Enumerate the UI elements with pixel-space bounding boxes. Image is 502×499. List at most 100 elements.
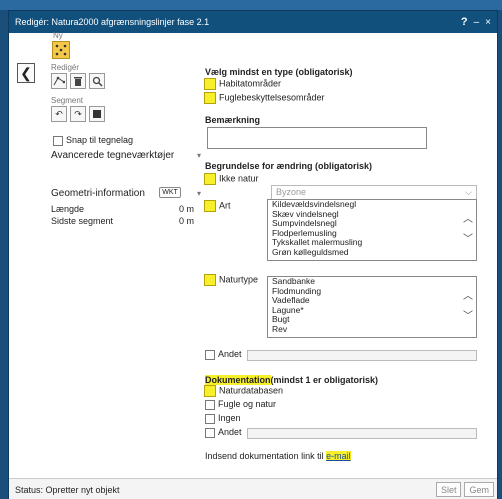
dialog-titlebar: Redigér: Natura2000 afgrænsningslinjer f… bbox=[9, 11, 497, 33]
naturdatabasen-checkbox[interactable] bbox=[204, 385, 216, 397]
habitat-option[interactable]: Habitatområder bbox=[204, 78, 281, 90]
minimize-button[interactable]: – bbox=[474, 17, 480, 28]
help-button[interactable]: ? bbox=[461, 16, 468, 28]
naturtype-checkbox[interactable] bbox=[204, 274, 216, 286]
reason-andet-checkbox[interactable] bbox=[205, 349, 215, 360]
chevron-down-icon: ⌵ bbox=[465, 187, 472, 197]
list-item[interactable]: Grøn kølleguldsmed bbox=[268, 247, 476, 258]
back-button[interactable]: ❮ bbox=[17, 63, 35, 83]
edit-vertices-button[interactable] bbox=[51, 73, 67, 89]
naturtype-listbox[interactable]: Sandbanke Flodmunding Vadeflade Lagune* … bbox=[267, 276, 477, 338]
ny-label: Ny bbox=[53, 31, 63, 40]
habitat-label: Habitatområder bbox=[219, 78, 282, 89]
save-button[interactable]: Gem bbox=[464, 482, 494, 497]
new-point-button[interactable] bbox=[52, 41, 70, 59]
doc-andet-option[interactable]: Andet bbox=[205, 427, 242, 438]
last-segment-label: Sidste segment bbox=[51, 216, 114, 226]
ikke-natur-option[interactable]: Ikke natur bbox=[204, 173, 259, 185]
desktop-background-left bbox=[0, 10, 8, 499]
delete-button[interactable] bbox=[70, 73, 86, 89]
ingen-checkbox[interactable] bbox=[205, 413, 215, 424]
reason-andet-input[interactable] bbox=[247, 350, 477, 361]
zoom-button[interactable] bbox=[89, 73, 105, 89]
documentation-link-line: Indsend dokumentation link til e-mail bbox=[205, 451, 351, 461]
fugle-og-natur-option[interactable]: Fugle og natur bbox=[205, 399, 276, 410]
close-button[interactable]: × bbox=[485, 17, 491, 28]
snap-option[interactable]: Snap til tegnelag bbox=[53, 135, 133, 146]
art-listbox[interactable]: Kildevældsvindelsnegl Skæv vindelsnegl S… bbox=[267, 199, 477, 261]
advanced-tools-dropdown[interactable]: Avancerede tegneværktøjer bbox=[51, 150, 174, 161]
bird-protection-option[interactable]: Fuglebeskyttelsesområder bbox=[204, 92, 325, 104]
ikke-natur-label: Ikke natur bbox=[219, 173, 259, 184]
doc-andet-input[interactable] bbox=[247, 428, 477, 439]
reason-andet-option[interactable]: Andet bbox=[205, 349, 242, 360]
undo-icon: ↶ bbox=[55, 108, 63, 119]
naturtype-label: Naturtype bbox=[219, 274, 259, 285]
dialog-content: ❮ Ny Redigér Segment ↶ ↷ Snap til tegnel… bbox=[9, 31, 497, 478]
remark-title: Bemærkning bbox=[205, 115, 261, 125]
reason-section-title: Begrundelse for ændring (obligatorisk) bbox=[205, 161, 373, 171]
ikke-natur-select[interactable]: Byzone ⌵ bbox=[271, 185, 477, 200]
dialog-title: Redigér: Natura2000 afgrænsningslinjer f… bbox=[15, 17, 210, 27]
documentation-title-main: Dokumentation bbox=[205, 375, 271, 385]
desktop-background-top bbox=[0, 0, 502, 10]
magnifier-icon bbox=[92, 76, 103, 87]
list-item[interactable]: Bugt bbox=[268, 315, 476, 325]
chevron-left-icon: ❮ bbox=[20, 64, 32, 81]
rediger-label: Redigér bbox=[51, 63, 80, 72]
scroll-down-icon[interactable]: ﹀ bbox=[463, 307, 473, 322]
scroll-up-icon[interactable]: ︿ bbox=[463, 210, 473, 225]
snap-label: Snap til tegnelag bbox=[66, 135, 134, 145]
wkt-button[interactable]: WKT bbox=[159, 187, 181, 198]
doc-andet-checkbox[interactable] bbox=[205, 427, 215, 438]
length-label: Længde bbox=[51, 204, 85, 214]
doc-andet-label: Andet bbox=[218, 427, 242, 437]
dotted-polygon-icon bbox=[55, 44, 67, 56]
edit-vertices-icon bbox=[53, 76, 65, 86]
redo-button[interactable]: ↷ bbox=[70, 106, 86, 122]
ingen-label: Ingen bbox=[218, 413, 241, 423]
status-text: Status: Opretter nyt objekt bbox=[15, 484, 120, 495]
remark-input[interactable] bbox=[207, 127, 427, 149]
reason-andet-label: Andet bbox=[218, 349, 242, 359]
naturdatabasen-label: Naturdatabasen bbox=[219, 385, 284, 396]
advanced-tools-label: Avancerede tegneværktøjer bbox=[51, 150, 175, 161]
habitat-checkbox[interactable] bbox=[204, 78, 216, 90]
documentation-title: Dokumentation(mindst 1 er obligatorisk) bbox=[205, 375, 378, 385]
ikke-natur-selected: Byzone bbox=[276, 187, 307, 197]
status-bar: Status: Opretter nyt objekt Slet Gem bbox=[9, 478, 497, 499]
naturdatabasen-option[interactable]: Naturdatabasen bbox=[204, 385, 283, 397]
naturtype-option[interactable]: Naturtype bbox=[204, 274, 258, 286]
geometry-info-label: Geometri-information bbox=[51, 188, 145, 199]
art-checkbox[interactable] bbox=[204, 200, 216, 212]
art-option[interactable]: Art bbox=[204, 200, 231, 212]
bird-protection-label: Fuglebeskyttelsesområder bbox=[219, 92, 325, 103]
type-section-title: Vælg mindst en type (obligatorisk) bbox=[205, 67, 353, 77]
stop-button[interactable] bbox=[89, 106, 105, 122]
last-segment-value: 0 m bbox=[179, 216, 195, 226]
redo-icon: ↷ bbox=[74, 108, 82, 119]
snap-checkbox[interactable] bbox=[53, 135, 63, 146]
trash-icon bbox=[74, 76, 82, 86]
list-item[interactable]: Lagune* bbox=[268, 305, 476, 316]
segment-label: Segment bbox=[51, 96, 84, 105]
ingen-option[interactable]: Ingen bbox=[205, 413, 241, 424]
scroll-down-icon[interactable]: ﹀ bbox=[463, 230, 473, 245]
scroll-up-icon[interactable]: ︿ bbox=[463, 287, 473, 302]
undo-button[interactable]: ↶ bbox=[51, 106, 67, 122]
desktop-background-right bbox=[498, 10, 502, 499]
fugle-og-natur-label: Fugle og natur bbox=[218, 399, 277, 409]
geometry-info-dropdown[interactable]: Geometri-information bbox=[51, 188, 145, 199]
ikke-natur-checkbox[interactable] bbox=[204, 173, 216, 185]
fugle-og-natur-checkbox[interactable] bbox=[205, 399, 215, 410]
documentation-title-rest: (mindst 1 er obligatorisk) bbox=[270, 375, 379, 385]
list-item[interactable]: Rev bbox=[268, 324, 476, 335]
geometry-info-chevron-icon: ▾ bbox=[197, 189, 202, 198]
length-value: 0 m bbox=[179, 204, 195, 214]
delete-object-button[interactable]: Slet bbox=[435, 482, 462, 497]
advanced-tools-chevron-icon: ▾ bbox=[197, 151, 202, 160]
documentation-link-prefix: Indsend dokumentation link til bbox=[205, 451, 327, 461]
stop-icon bbox=[93, 110, 101, 118]
email-link[interactable]: e-mail bbox=[326, 451, 351, 461]
bird-protection-checkbox[interactable] bbox=[204, 92, 216, 104]
